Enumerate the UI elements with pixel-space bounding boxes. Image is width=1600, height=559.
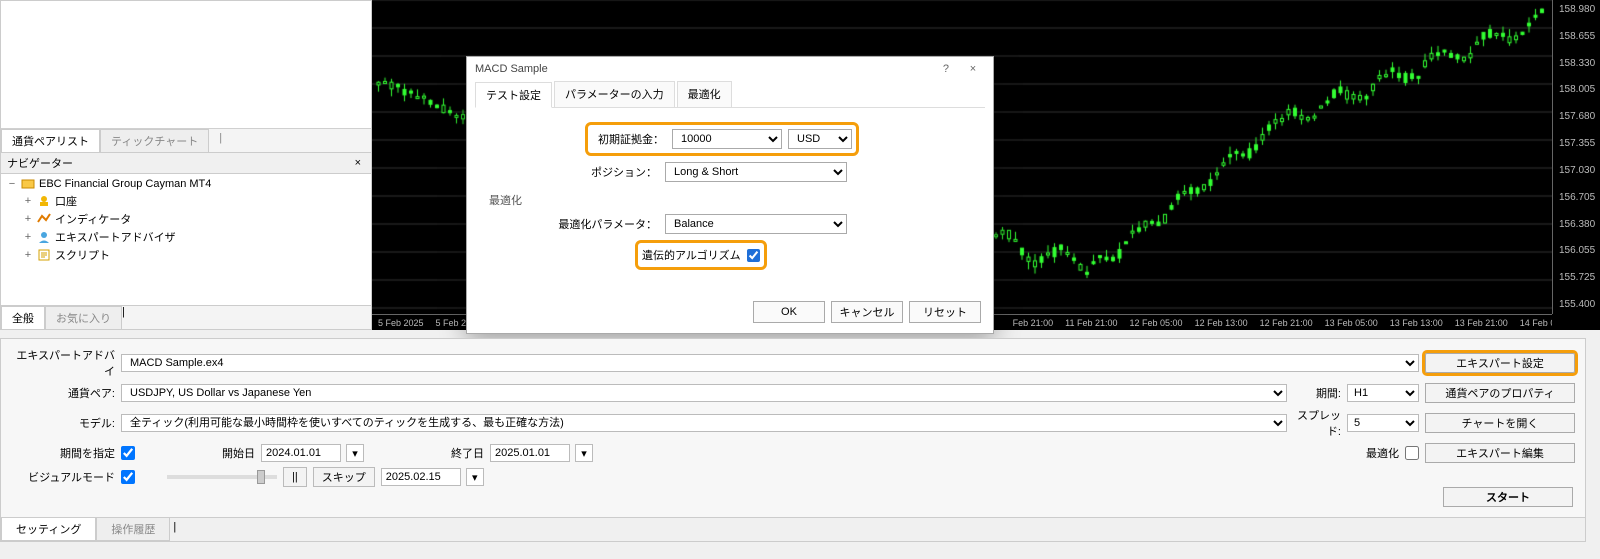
deposit-label: 初期証拠金： <box>592 131 672 147</box>
tree-item-indicators[interactable]: + インディケータ <box>5 210 367 228</box>
visual-mode-checkbox[interactable] <box>121 470 135 484</box>
tree-item-scripts[interactable]: + スクリプト <box>5 246 367 264</box>
visual-mode-label: ビジュアルモード <box>11 469 115 485</box>
pause-button[interactable]: || <box>283 467 307 487</box>
symbol-select[interactable]: USDJPY, US Dollar vs Japanese Yen <box>121 384 1287 402</box>
to-date-picker-icon[interactable]: ▾ <box>575 444 593 462</box>
reset-button[interactable]: リセット <box>909 301 981 323</box>
model-select[interactable]: 全ティック(利用可能な最小時間枠を使いすべてのティックを生成する、最も正確な方法… <box>121 414 1287 432</box>
optimization-section-label: 最適化 <box>489 192 975 208</box>
period-select[interactable]: H1 <box>1347 384 1419 402</box>
to-date-input[interactable]: 2025.01.01 <box>490 444 570 462</box>
dialog-button-row: OK キャンセル リセット <box>467 291 993 333</box>
slider-thumb[interactable] <box>257 470 265 484</box>
tab-optimization[interactable]: 最適化 <box>677 81 732 107</box>
deposit-amount-select[interactable]: 10000 <box>672 129 782 149</box>
indicator-icon <box>37 212 51 226</box>
dialog-titlebar[interactable]: MACD Sample ? × <box>467 57 993 81</box>
ea-select[interactable]: MACD Sample.ex4 <box>121 354 1419 372</box>
tree-item-accounts[interactable]: + 口座 <box>5 192 367 210</box>
position-label: ポジション： <box>485 164 665 180</box>
terminal-icon <box>21 177 35 191</box>
spread-select[interactable]: 5 <box>1347 414 1419 432</box>
strategy-tester-panel: エキスパートアドバイ MACD Sample.ex4 エキスパート設定 通貨ペア… <box>0 338 1586 542</box>
ok-button[interactable]: OK <box>753 301 825 323</box>
optimization-checkbox[interactable] <box>1405 446 1419 460</box>
deposit-highlight: 初期証拠金： 10000 USD <box>585 122 859 156</box>
opt-param-label: 最適化パラメータ： <box>485 216 665 232</box>
spread-label: スプレッド: <box>1293 407 1341 439</box>
ea-label: エキスパートアドバイ <box>11 347 115 379</box>
period-label: 期間: <box>1293 385 1341 401</box>
navigator-close-button[interactable]: × <box>351 157 365 169</box>
speed-slider[interactable] <box>167 475 277 479</box>
script-icon <box>37 248 51 262</box>
model-label: モデル: <box>11 415 115 431</box>
navigator-title: ナビゲーター <box>7 155 73 171</box>
pair-label: 通貨ペア: <box>11 385 115 401</box>
navigator-header: ナビゲーター × <box>1 152 371 174</box>
navigator-tree: − EBC Financial Group Cayman MT4 + 口座 + … <box>1 174 371 305</box>
position-select[interactable]: Long & Short <box>665 162 847 182</box>
market-watch-tabs: 通貨ペアリスト ティックチャート | <box>1 128 371 152</box>
tab-tick-chart[interactable]: ティックチャート <box>100 129 209 152</box>
optimization-label: 最適化 <box>1351 445 1399 461</box>
to-label: 終了日 <box>436 445 484 461</box>
tab-journal[interactable]: 操作履歴 <box>96 518 170 541</box>
dialog-tabs: テスト設定 パラメーターの入力 最適化 <box>475 81 985 108</box>
navigator-lower-tabs: 全般 お気に入り | <box>1 305 371 329</box>
navigator-panel: 通貨ペアリスト ティックチャート | ナビゲーター × − EBC Financ… <box>0 0 372 330</box>
skip-date-picker-icon[interactable]: ▾ <box>466 468 484 486</box>
symbol-properties-button[interactable]: 通貨ペアのプロパティ <box>1425 383 1575 403</box>
chart-y-axis: 158.980 158.655 158.330 158.005 157.680 … <box>1552 0 1600 314</box>
skip-date-input[interactable]: 2025.02.15 <box>381 468 461 486</box>
use-date-label: 期間を指定 <box>11 445 115 461</box>
opt-param-select[interactable]: Balance <box>665 214 847 234</box>
expert-properties-button[interactable]: エキスパート設定 <box>1425 353 1575 373</box>
tree-root[interactable]: − EBC Financial Group Cayman MT4 <box>5 176 367 192</box>
market-watch-area <box>1 1 371 128</box>
tab-common[interactable]: 全般 <box>1 306 45 329</box>
open-chart-button[interactable]: チャートを開く <box>1425 413 1575 433</box>
from-label: 開始日 <box>207 445 255 461</box>
from-date-input[interactable]: 2024.01.01 <box>261 444 341 462</box>
from-date-picker-icon[interactable]: ▾ <box>346 444 364 462</box>
ga-highlight: 遺伝的アルゴリズム <box>635 240 767 270</box>
dialog-body: 初期証拠金： 10000 USD ポジション： Long & Short 最適化… <box>467 108 993 291</box>
tab-test-settings[interactable]: テスト設定 <box>475 82 552 108</box>
close-button[interactable]: × <box>961 63 985 75</box>
expand-icon[interactable]: + <box>23 195 33 207</box>
cancel-button[interactable]: キャンセル <box>831 301 903 323</box>
help-button[interactable]: ? <box>934 63 958 75</box>
tab-symbol-list[interactable]: 通貨ペアリスト <box>1 129 100 152</box>
ga-checkbox[interactable] <box>747 249 760 262</box>
account-icon <box>37 194 51 208</box>
modify-expert-button[interactable]: エキスパート編集 <box>1425 443 1575 463</box>
tab-inputs[interactable]: パラメーターの入力 <box>554 81 675 107</box>
expand-icon[interactable]: + <box>23 231 33 243</box>
tab-settings[interactable]: セッティング <box>1 518 96 541</box>
ga-label: 遺伝的アルゴリズム <box>642 247 741 263</box>
expert-icon <box>37 230 51 244</box>
expand-icon[interactable]: + <box>23 213 33 225</box>
use-date-checkbox[interactable] <box>121 446 135 460</box>
skip-to-button[interactable]: スキップ <box>313 467 375 487</box>
deposit-currency-select[interactable]: USD <box>788 129 852 149</box>
tree-item-experts[interactable]: + エキスパートアドバイザ <box>5 228 367 246</box>
expand-icon[interactable]: − <box>7 178 17 190</box>
expand-icon[interactable]: + <box>23 249 33 261</box>
start-button[interactable]: スタート <box>1443 487 1573 507</box>
tester-tabs: セッティング 操作履歴 | <box>1 517 1585 541</box>
dialog-title: MACD Sample <box>475 63 548 75</box>
tab-favorites[interactable]: お気に入り <box>45 306 122 329</box>
expert-properties-dialog: MACD Sample ? × テスト設定 パラメーターの入力 最適化 初期証拠… <box>466 56 994 334</box>
